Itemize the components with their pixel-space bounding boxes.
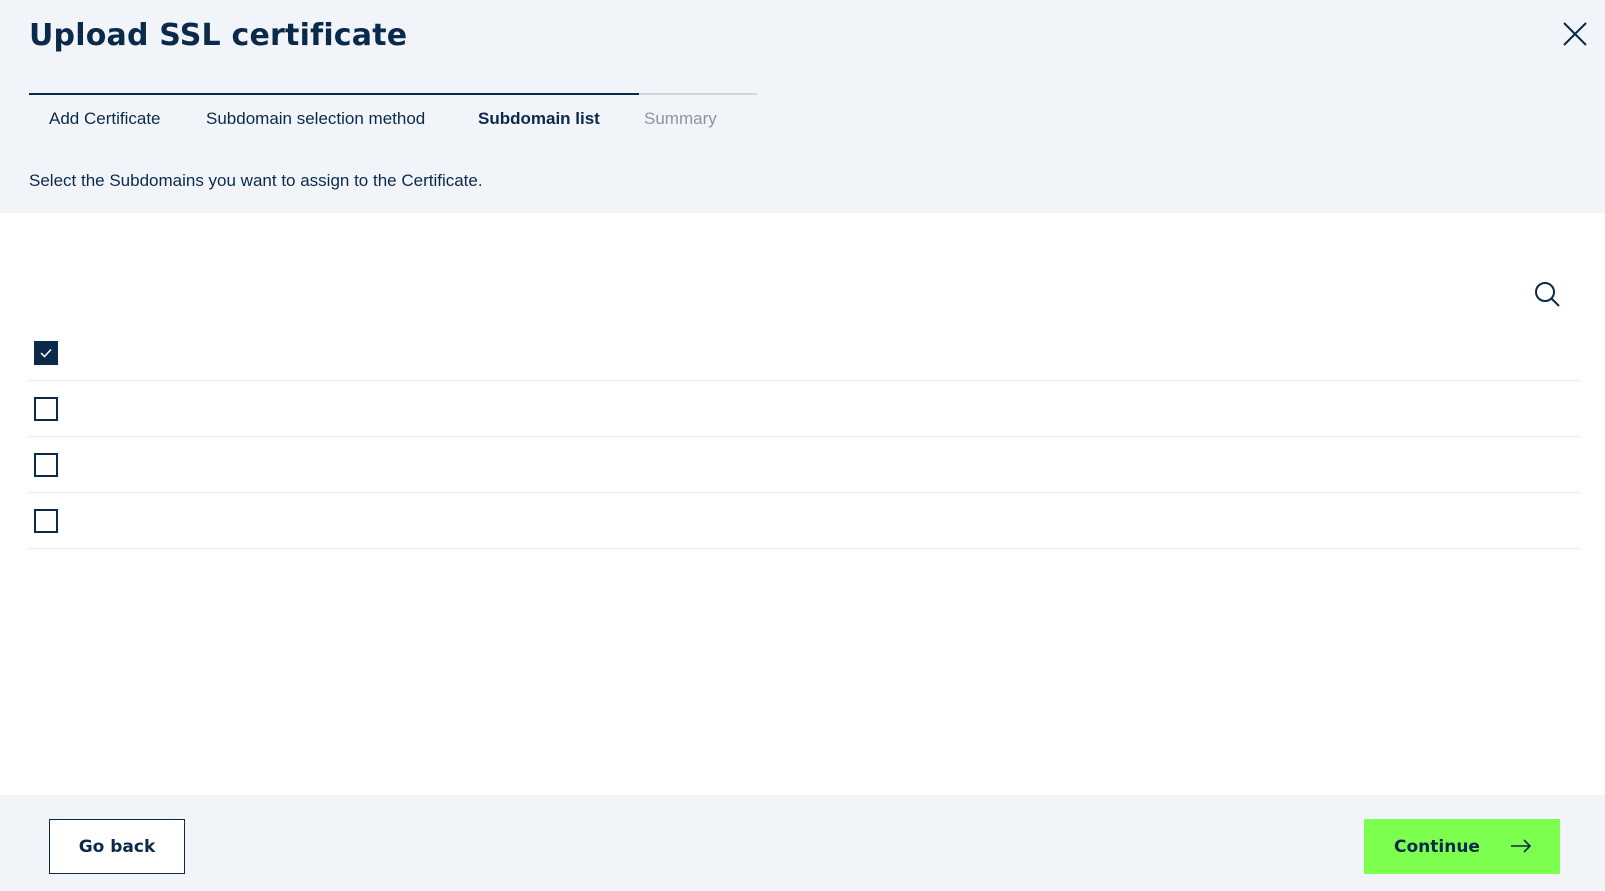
- close-button[interactable]: [1561, 20, 1589, 48]
- continue-label: Continue: [1394, 836, 1480, 857]
- search-button[interactable]: [1533, 280, 1563, 310]
- step-subdomain-list[interactable]: Subdomain list: [478, 109, 600, 129]
- subdomain-checkbox[interactable]: [34, 509, 58, 533]
- list-item[interactable]: [29, 381, 1579, 437]
- dialog-footer: Go back Continue: [0, 795, 1605, 891]
- subdomain-checkbox[interactable]: [34, 341, 58, 365]
- step-subdomain-selection-method[interactable]: Subdomain selection method: [206, 109, 425, 129]
- dialog-header: Upload SSL certificate Add Certificate S…: [0, 0, 1605, 213]
- list-item[interactable]: [29, 437, 1579, 493]
- stepper-progress: [29, 93, 639, 95]
- go-back-button[interactable]: Go back: [49, 819, 185, 874]
- list-item[interactable]: [29, 493, 1579, 549]
- continue-button[interactable]: Continue: [1364, 819, 1560, 874]
- subdomain-list-panel: [0, 213, 1605, 795]
- stepper: Add Certificate Subdomain selection meth…: [29, 93, 757, 133]
- subdomain-checkbox[interactable]: [34, 453, 58, 477]
- subdomain-checkbox[interactable]: [34, 397, 58, 421]
- check-icon: [40, 348, 52, 358]
- step-summary: Summary: [644, 109, 717, 128]
- arrow-right-icon: [1511, 839, 1532, 853]
- instructions-text: Select the Subdomains you want to assign…: [29, 171, 483, 190]
- step-add-certificate[interactable]: Add Certificate: [49, 109, 161, 129]
- search-icon: [1535, 282, 1560, 307]
- list-item[interactable]: [29, 325, 1579, 381]
- close-icon: [1563, 22, 1587, 46]
- dialog-title: Upload SSL certificate: [29, 18, 408, 53]
- subdomain-list: [29, 325, 1579, 549]
